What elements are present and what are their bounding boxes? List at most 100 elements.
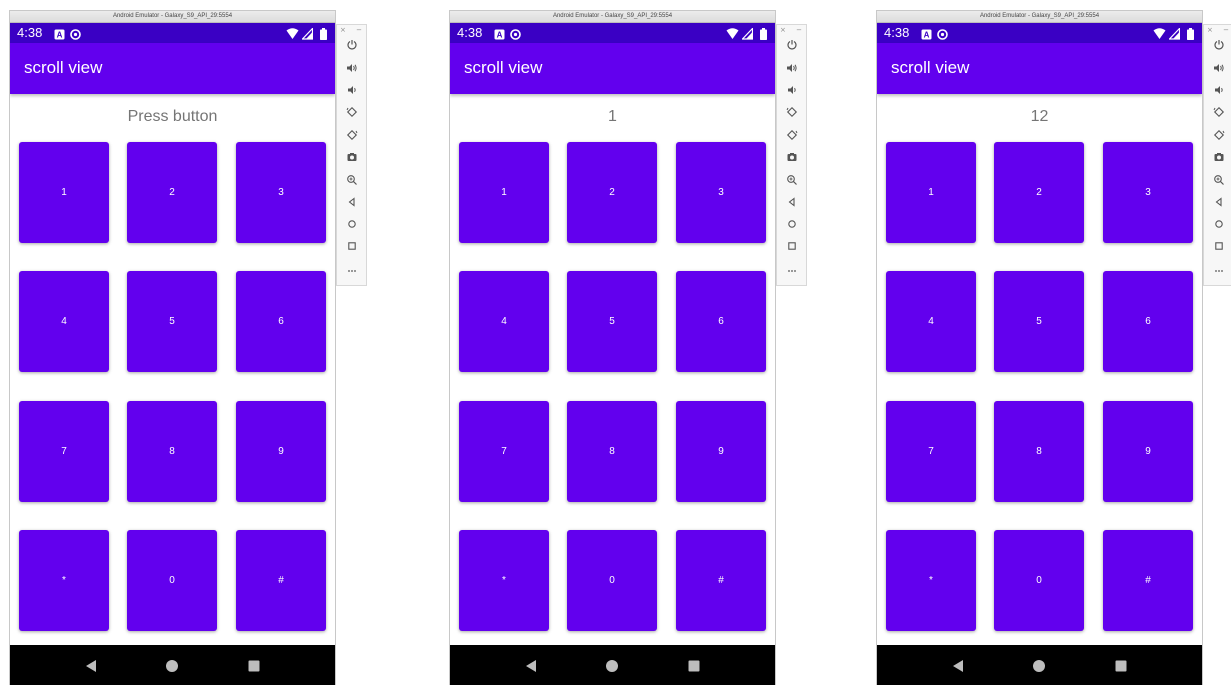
home-icon[interactable] — [605, 658, 619, 672]
toolbar-close-button[interactable]: × — [340, 26, 346, 34]
key-7-button[interactable]: 7 — [19, 401, 109, 502]
volume-up-icon[interactable] — [1213, 62, 1225, 74]
overview-icon[interactable] — [786, 240, 798, 252]
volume-down-icon[interactable] — [786, 84, 798, 96]
key-2-button[interactable]: 2 — [127, 142, 217, 243]
recents-icon[interactable] — [687, 658, 701, 672]
volume-down-icon[interactable] — [346, 84, 358, 96]
key-8-button[interactable]: 8 — [127, 401, 217, 502]
wifi-icon — [286, 27, 299, 39]
rotate-right-icon[interactable] — [786, 129, 798, 141]
key-4-button[interactable]: 4 — [459, 271, 549, 372]
key-star-button[interactable]: * — [459, 530, 549, 631]
emulator-window: Android Emulator - Galaxy_S9_API_29:5554… — [9, 10, 336, 685]
key-4-button[interactable]: 4 — [886, 271, 976, 372]
power-icon[interactable] — [346, 39, 358, 51]
rotate-left-icon[interactable] — [1213, 106, 1225, 118]
key-8-button[interactable]: 8 — [567, 401, 657, 502]
key-2-button[interactable]: 2 — [567, 142, 657, 243]
key-hash-button[interactable]: # — [236, 530, 326, 631]
display-text: Press button — [127, 108, 218, 125]
keypad: 1 2 3 4 5 6 7 8 9 * 0 # — [886, 142, 1193, 631]
app-bar: scroll view — [877, 43, 1202, 94]
key-hash-button[interactable]: # — [676, 530, 766, 631]
home-icon[interactable] — [165, 658, 179, 672]
key-3-button[interactable]: 3 — [1103, 142, 1193, 243]
home-icon[interactable] — [1032, 658, 1046, 672]
volume-down-icon[interactable] — [1213, 84, 1225, 96]
camera-icon[interactable] — [346, 151, 358, 163]
more-icon[interactable] — [1213, 264, 1225, 276]
key-8-button[interactable]: 8 — [994, 401, 1084, 502]
overview-icon[interactable] — [1213, 240, 1225, 252]
key-9-button[interactable]: 9 — [236, 401, 326, 502]
power-icon[interactable] — [1213, 39, 1225, 51]
key-3-button[interactable]: 3 — [676, 142, 766, 243]
toolbar-minimize-button[interactable]: − — [1223, 26, 1229, 34]
back-icon[interactable] — [84, 658, 98, 672]
toolbar-minimize-button[interactable]: − — [796, 26, 802, 34]
emulator-3: Android Emulator - Galaxy_S9_API_29:5554… — [876, 10, 1231, 685]
key-1-button[interactable]: 1 — [19, 142, 109, 243]
home-icon[interactable] — [1213, 218, 1225, 230]
toolbar-minimize-button[interactable]: − — [356, 26, 362, 34]
status-bar: 4:38 A — [450, 23, 775, 43]
volume-up-icon[interactable] — [346, 62, 358, 74]
more-icon[interactable] — [786, 264, 798, 276]
key-6-button[interactable]: 6 — [676, 271, 766, 372]
recents-icon[interactable] — [247, 658, 261, 672]
key-4-button[interactable]: 4 — [19, 271, 109, 372]
key-5-button[interactable]: 5 — [994, 271, 1084, 372]
zoom-icon[interactable] — [346, 174, 358, 186]
key-7-button[interactable]: 7 — [459, 401, 549, 502]
toolbar-close-button[interactable]: × — [1207, 26, 1213, 34]
window-title-bar[interactable]: Android Emulator - Galaxy_S9_API_29:5554 — [450, 11, 775, 23]
key-hash-button[interactable]: # — [1103, 530, 1193, 631]
key-0-button[interactable]: 0 — [127, 530, 217, 631]
key-2-button[interactable]: 2 — [994, 142, 1084, 243]
key-0-button[interactable]: 0 — [567, 530, 657, 631]
camera-icon[interactable] — [786, 151, 798, 163]
toolbar-close-button[interactable]: × — [780, 26, 786, 34]
key-0-button[interactable]: 0 — [994, 530, 1084, 631]
key-6-button[interactable]: 6 — [236, 271, 326, 372]
zoom-icon[interactable] — [786, 174, 798, 186]
rotate-left-icon[interactable] — [786, 106, 798, 118]
key-9-button[interactable]: 9 — [676, 401, 766, 502]
rotate-right-icon[interactable] — [346, 129, 358, 141]
home-icon[interactable] — [346, 218, 358, 230]
key-star-button[interactable]: * — [19, 530, 109, 631]
back-icon[interactable] — [1213, 196, 1225, 208]
volume-up-icon[interactable] — [786, 62, 798, 74]
app-title: scroll view — [891, 58, 970, 77]
window-title-bar[interactable]: Android Emulator - Galaxy_S9_API_29:5554 — [877, 11, 1202, 23]
status-bar: 4:38 A — [877, 23, 1202, 43]
zoom-icon[interactable] — [1213, 174, 1225, 186]
key-1-button[interactable]: 1 — [459, 142, 549, 243]
key-5-button[interactable]: 5 — [567, 271, 657, 372]
key-9-button[interactable]: 9 — [1103, 401, 1193, 502]
more-icon[interactable] — [346, 264, 358, 276]
back-icon[interactable] — [786, 196, 798, 208]
key-3-button[interactable]: 3 — [236, 142, 326, 243]
rotate-left-icon[interactable] — [346, 106, 358, 118]
recents-icon[interactable] — [1114, 658, 1128, 672]
key-5-button[interactable]: 5 — [127, 271, 217, 372]
app-bar: scroll view — [10, 43, 335, 94]
key-7-button[interactable]: 7 — [886, 401, 976, 502]
overview-icon[interactable] — [346, 240, 358, 252]
back-icon[interactable] — [524, 658, 538, 672]
back-icon[interactable] — [346, 196, 358, 208]
rotate-right-icon[interactable] — [1213, 129, 1225, 141]
power-icon[interactable] — [786, 39, 798, 51]
window-title-bar[interactable]: Android Emulator - Galaxy_S9_API_29:5554 — [10, 11, 335, 23]
key-6-button[interactable]: 6 — [1103, 271, 1193, 372]
app-bar: scroll view — [450, 43, 775, 94]
camera-icon[interactable] — [1213, 151, 1225, 163]
home-icon[interactable] — [786, 218, 798, 230]
back-icon[interactable] — [951, 658, 965, 672]
key-star-button[interactable]: * — [886, 530, 976, 631]
key-1-button[interactable]: 1 — [886, 142, 976, 243]
battery-icon — [760, 27, 767, 40]
a-notification-icon: A — [921, 27, 932, 40]
